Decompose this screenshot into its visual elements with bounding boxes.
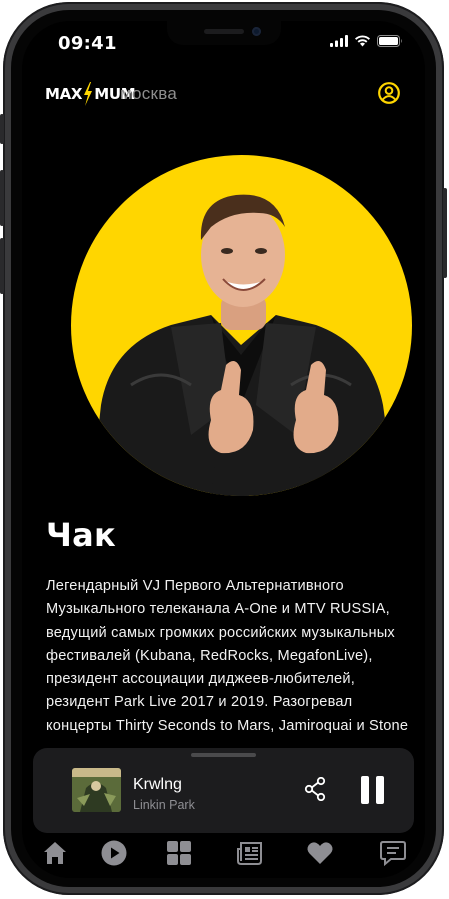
screen: 09:41 MAX MUM москва Чак Легендарный VJ … xyxy=(22,21,425,878)
share-button[interactable] xyxy=(304,776,326,802)
track-title: Krwlng xyxy=(133,776,182,793)
mini-player[interactable]: Krwlng Linkin Park xyxy=(33,748,414,833)
dj-name: Чак xyxy=(46,516,117,554)
track-artist: Linkin Park xyxy=(133,798,195,812)
play-icon xyxy=(101,840,127,866)
battery-icon xyxy=(377,35,402,47)
silent-switch xyxy=(0,114,4,144)
tab-news[interactable] xyxy=(236,839,264,867)
dj-photo xyxy=(71,155,412,496)
status-icons xyxy=(330,35,403,47)
wifi-icon xyxy=(355,35,370,47)
speaker-grille xyxy=(204,29,244,34)
share-icon xyxy=(304,776,326,802)
front-camera xyxy=(252,27,261,36)
pause-icon xyxy=(361,776,369,804)
user-icon xyxy=(378,82,400,104)
news-icon xyxy=(237,842,262,865)
dj-bio: Легендарный VJ Первого Альтернативного М… xyxy=(46,578,409,734)
status-time: 09:41 xyxy=(58,33,117,54)
tab-play[interactable] xyxy=(100,839,128,867)
heart-icon xyxy=(307,842,333,864)
player-drag-handle[interactable] xyxy=(191,753,256,757)
signal-icon xyxy=(330,35,348,47)
volume-down-button xyxy=(0,238,4,294)
tab-home[interactable] xyxy=(41,839,69,867)
tab-bar xyxy=(22,833,425,878)
pause-button[interactable] xyxy=(361,776,385,804)
tab-catalog[interactable] xyxy=(165,839,193,867)
album-art xyxy=(72,768,121,812)
album-cover[interactable] xyxy=(72,768,121,812)
phone-frame: 09:41 MAX MUM москва Чак Легендарный VJ … xyxy=(0,2,447,895)
profile-button[interactable] xyxy=(378,82,400,104)
power-button xyxy=(443,188,447,278)
tab-chat[interactable] xyxy=(379,839,407,867)
logo-text-left: MAX xyxy=(45,85,83,103)
dj-portrait xyxy=(91,194,396,496)
chat-icon xyxy=(380,841,406,867)
lightning-bolt-icon xyxy=(84,82,93,106)
tab-favorites[interactable] xyxy=(306,839,334,867)
home-icon xyxy=(44,842,66,864)
city-label[interactable]: москва xyxy=(120,84,177,104)
grid-icon xyxy=(167,841,191,865)
pause-icon-bar xyxy=(376,776,384,804)
notch xyxy=(167,21,281,45)
volume-up-button xyxy=(0,170,4,226)
